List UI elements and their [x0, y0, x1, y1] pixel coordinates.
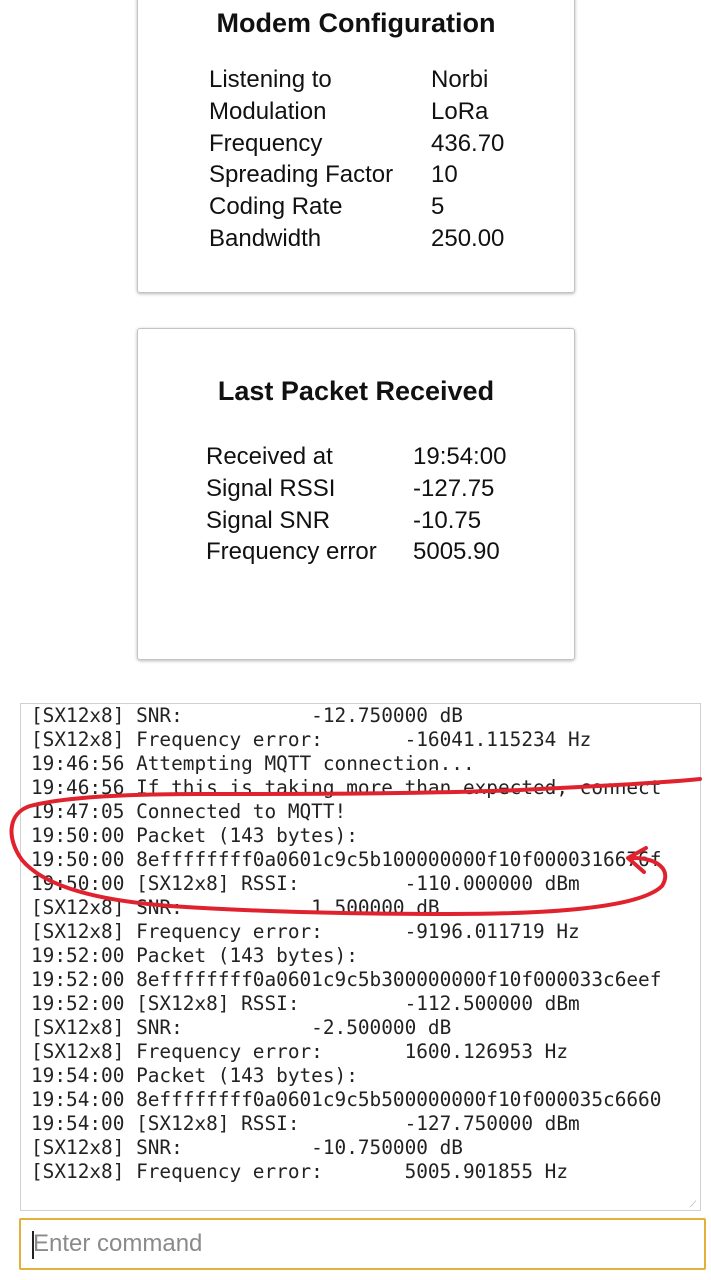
- modem-key: Coding Rate: [209, 193, 343, 221]
- text-caret: [32, 1231, 34, 1259]
- modem-row-frequency: Frequency 436.70: [209, 128, 504, 160]
- log-line: 19:46:56 If this is taking more than exp…: [31, 776, 662, 799]
- modem-configuration-card: Modem Configuration Listening to Norbi M…: [137, 0, 575, 293]
- log-line: [SX12x8] SNR: -2.500000 dB: [31, 1016, 452, 1039]
- modem-row-bandwidth: Bandwidth 250.00: [209, 223, 504, 255]
- log-line: 19:52:00 [SX12x8] RSSI: -112.500000 dBm: [31, 992, 580, 1015]
- command-input-wrapper: [19, 1218, 706, 1270]
- log-line: [SX12x8] SNR: -10.750000 dB: [31, 1136, 463, 1159]
- log-line: [SX12x8] SNR: -12.750000 dB: [31, 704, 463, 727]
- packet-row-frequency-error: Frequency error 5005.90: [206, 536, 506, 568]
- packet-value: 5005.90: [413, 538, 500, 566]
- modem-value: 250.00: [431, 224, 505, 252]
- resize-grip-icon[interactable]: ⟋: [690, 1200, 698, 1209]
- packet-key: Signal SNR: [206, 506, 331, 534]
- packet-key: Received at: [206, 443, 333, 470]
- modem-key: Bandwidth: [209, 224, 322, 252]
- log-line: 19:50:00 8effffffff0a0601c9c5b100000000f…: [31, 848, 662, 871]
- log-line: 19:47:05 Connected to MQTT!: [31, 800, 347, 823]
- modem-configuration-table: Listening to Norbi Modulation LoRa Frequ…: [209, 64, 504, 255]
- command-input[interactable]: [29, 1226, 693, 1262]
- packet-value: -127.75: [413, 474, 495, 502]
- log-line: [SX12x8] Frequency error: 5005.901855 Hz: [31, 1160, 569, 1183]
- packet-row-signal-snr: Signal SNR -10.75: [206, 505, 506, 537]
- log-line: 19:50:00 [SX12x8] RSSI: -110.000000 dBm: [31, 872, 580, 895]
- ground-station-page: Modem Configuration Listening to Norbi M…: [0, 0, 711, 1280]
- packet-value: -10.75: [413, 506, 482, 534]
- modem-key: Modulation: [209, 97, 327, 125]
- last-packet-card: Last Packet Received Received at 19:54:0…: [137, 328, 575, 660]
- log-line: [SX12x8] SNR: 1.500000 dB: [31, 896, 440, 919]
- last-packet-table: Received at 19:54:00 Signal RSSI -127.75…: [206, 441, 506, 568]
- modem-key: Spreading Factor: [209, 161, 394, 189]
- packet-row-received-at: Received at 19:54:00: [206, 441, 506, 473]
- modem-value: 436.70: [431, 129, 505, 157]
- modem-row-modulation: Modulation LoRa: [209, 96, 504, 128]
- modem-row-coding-rate: Coding Rate 5: [209, 191, 504, 223]
- modem-configuration-title: Modem Configuration: [216, 8, 496, 38]
- modem-value: 10: [431, 161, 458, 189]
- log-line: 19:54:00 Packet (143 bytes):: [31, 1064, 358, 1087]
- serial-console-log[interactable]: [SX12x8] SNR: -12.750000 dB [SX12x8] Fre…: [20, 703, 701, 1211]
- log-line: 19:52:00 8effffffff0a0601c9c5b300000000f…: [31, 968, 662, 991]
- packet-key: Frequency error: [206, 538, 377, 566]
- modem-row-spreading-factor: Spreading Factor 10: [209, 159, 504, 191]
- packet-row-signal-rssi: Signal RSSI -127.75: [206, 473, 506, 505]
- log-line: 19:54:00 8effffffff0a0601c9c5b500000000f…: [31, 1088, 662, 1111]
- log-line: 19:50:00 Packet (143 bytes):: [31, 824, 358, 847]
- log-line: [SX12x8] Frequency error: -16041.115234 …: [31, 728, 592, 751]
- log-line: 19:46:56 Attempting MQTT connection...: [31, 752, 475, 775]
- modem-row-listening-to: Listening to Norbi: [209, 64, 504, 96]
- log-line: [SX12x8] Frequency error: -9196.011719 H…: [31, 920, 580, 943]
- packet-key: Signal RSSI: [206, 474, 336, 502]
- modem-value: 5: [431, 193, 445, 221]
- modem-value: LoRa: [431, 97, 489, 125]
- modem-key: Frequency: [209, 129, 323, 157]
- packet-value: 19:54:00: [413, 443, 507, 470]
- last-packet-title: Last Packet Received: [217, 376, 495, 406]
- log-line: 19:52:00 Packet (143 bytes):: [31, 944, 358, 967]
- log-line: [SX12x8] Frequency error: 1600.126953 Hz: [31, 1040, 569, 1063]
- log-line: 19:54:00 [SX12x8] RSSI: -127.750000 dBm: [31, 1112, 580, 1135]
- modem-key: Listening to: [209, 66, 332, 93]
- modem-value: Norbi: [431, 66, 489, 93]
